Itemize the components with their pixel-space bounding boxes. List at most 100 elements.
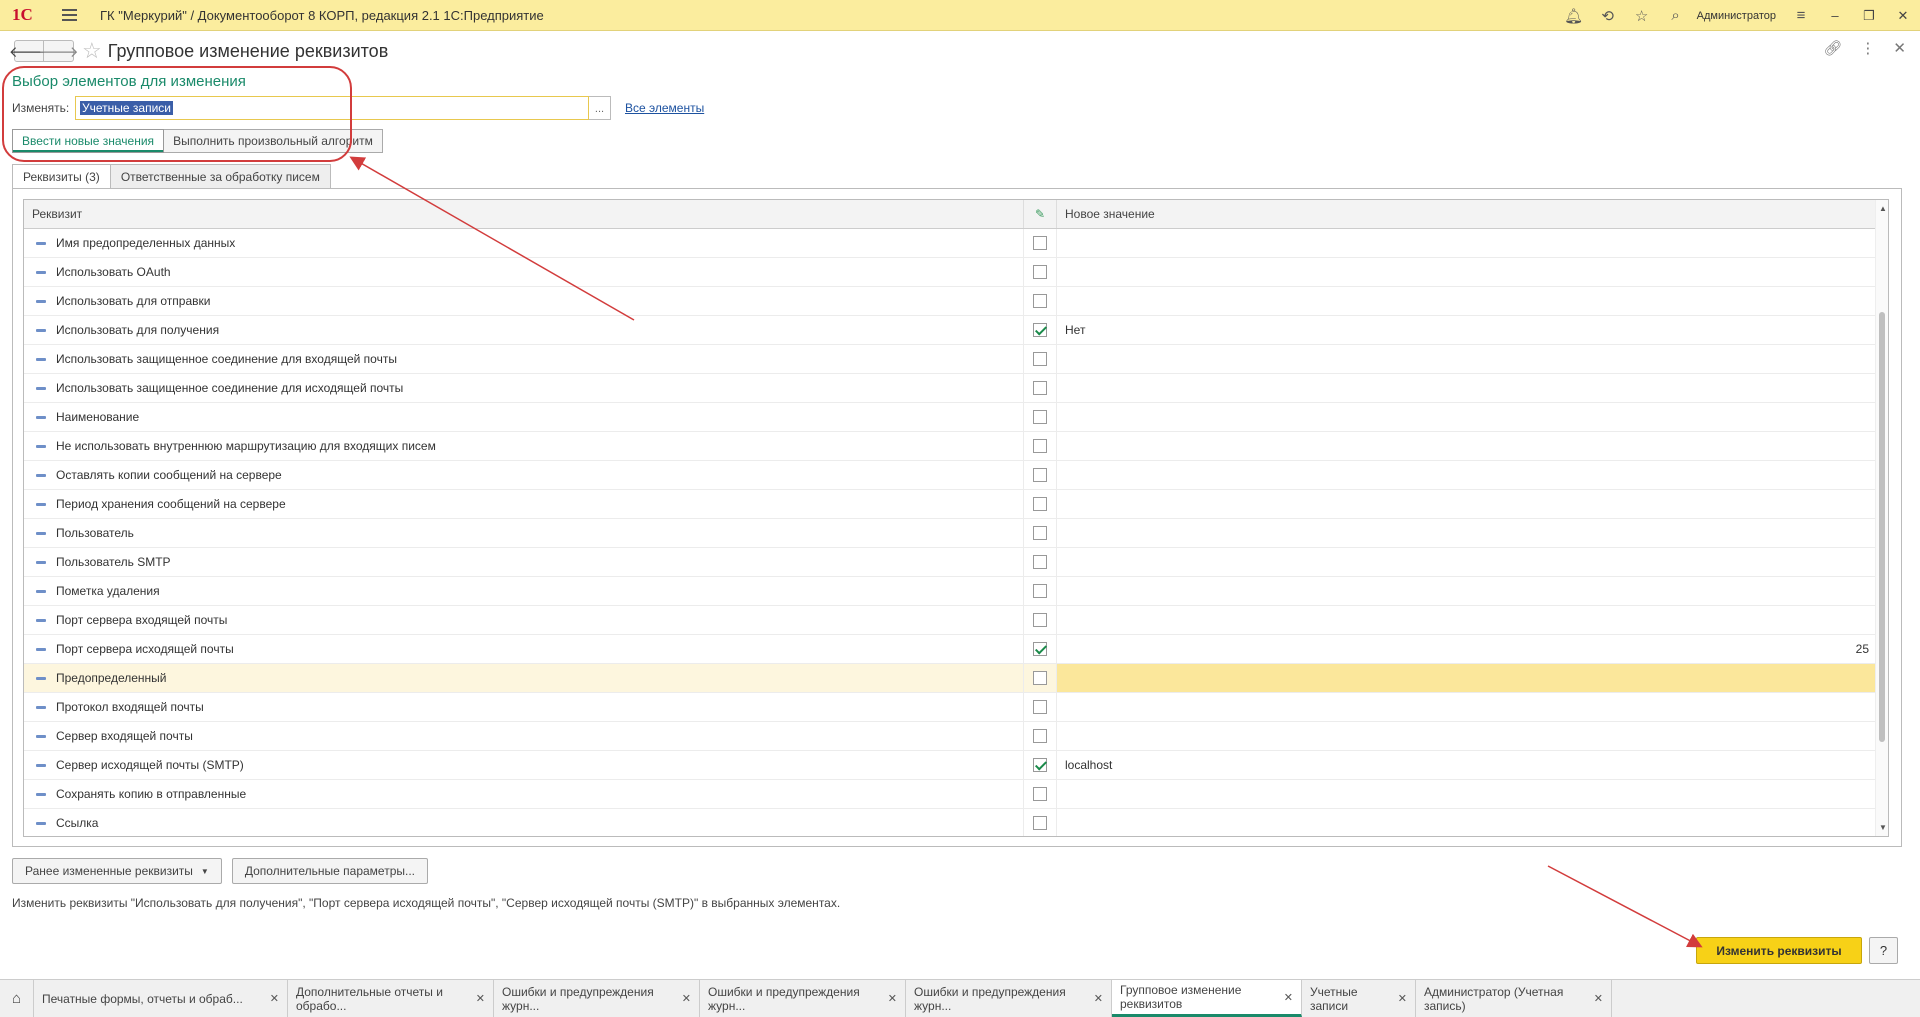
new-value-cell[interactable]: 25 — [1057, 635, 1879, 663]
close-icon[interactable]: ✕ — [1594, 992, 1603, 1005]
new-value-cell[interactable] — [1057, 519, 1879, 547]
change-checkbox[interactable] — [1033, 323, 1047, 337]
change-checkbox[interactable] — [1033, 816, 1047, 830]
attribute-cell[interactable]: Использовать защищенное соединение для в… — [24, 345, 1024, 373]
checkbox-cell[interactable] — [1024, 664, 1057, 692]
table-row[interactable]: Использовать для получения Нет — [24, 316, 1888, 345]
attribute-cell[interactable]: Сервер исходящей почты (SMTP) — [24, 751, 1024, 779]
tab-attributes[interactable]: Реквизиты (3) — [12, 164, 111, 189]
window-tab[interactable]: Учетные записи ✕ — [1302, 980, 1416, 1017]
table-row[interactable]: Имя предопределенных данных — [24, 229, 1888, 258]
window-tab[interactable]: Дополнительные отчеты и обрабо... ✕ — [288, 980, 494, 1017]
close-icon[interactable]: ✕ — [476, 992, 485, 1005]
window-tab[interactable]: Ошибки и предупреждения журн... ✕ — [700, 980, 906, 1017]
attribute-cell[interactable]: Наименование — [24, 403, 1024, 431]
user-name[interactable]: Администратор — [1697, 10, 1776, 22]
attribute-cell[interactable]: Использовать защищенное соединение для и… — [24, 374, 1024, 402]
forward-icon[interactable]: 🡒 — [38, 40, 79, 62]
new-value-cell[interactable] — [1057, 809, 1879, 836]
table-row[interactable]: Использовать защищенное соединение для в… — [24, 345, 1888, 374]
table-row[interactable]: Пометка удаления — [24, 577, 1888, 606]
window-tab[interactable]: Ошибки и предупреждения журн... ✕ — [906, 980, 1112, 1017]
table-row[interactable]: Оставлять копии сообщений на сервере — [24, 461, 1888, 490]
close-icon[interactable]: ✕ — [682, 992, 691, 1005]
new-value-cell[interactable] — [1057, 780, 1879, 808]
column-attribute[interactable]: Реквизит — [24, 200, 1024, 228]
checkbox-cell[interactable] — [1024, 809, 1057, 836]
change-checkbox[interactable] — [1033, 671, 1047, 685]
change-checkbox[interactable] — [1033, 497, 1047, 511]
attribute-cell[interactable]: Предопределенный — [24, 664, 1024, 692]
extra-params-button[interactable]: Дополнительные параметры... — [231, 858, 428, 884]
table-row[interactable]: Период хранения сообщений на сервере — [24, 490, 1888, 519]
minimize-icon[interactable]: – — [1818, 8, 1852, 23]
change-checkbox[interactable] — [1033, 236, 1047, 250]
table-row[interactable]: Сервер исходящей почты (SMTP) localhost — [24, 751, 1888, 780]
close-icon[interactable]: ✕ — [1284, 991, 1293, 1004]
help-button[interactable]: ? — [1869, 937, 1898, 964]
maximize-icon[interactable]: ❐ — [1852, 8, 1886, 24]
table-row[interactable]: Не использовать внутреннюю маршрутизацию… — [24, 432, 1888, 461]
new-value-cell[interactable] — [1057, 722, 1879, 750]
bell-icon[interactable]: 🔔︎ — [1557, 0, 1591, 31]
attribute-cell[interactable]: Пользователь SMTP — [24, 548, 1024, 576]
change-checkbox[interactable] — [1033, 468, 1047, 482]
table-row[interactable]: Наименование — [24, 403, 1888, 432]
change-checkbox[interactable] — [1033, 526, 1047, 540]
history-icon[interactable]: ⟲ — [1591, 0, 1625, 31]
new-value-cell[interactable] — [1057, 577, 1879, 605]
new-value-cell[interactable] — [1057, 664, 1879, 692]
attribute-cell[interactable]: Ссылка — [24, 809, 1024, 836]
change-checkbox[interactable] — [1033, 787, 1047, 801]
search-icon[interactable]: ⌕ — [1659, 0, 1693, 31]
checkbox-cell[interactable] — [1024, 693, 1057, 721]
change-checkbox[interactable] — [1033, 584, 1047, 598]
column-new-value[interactable]: Новое значение — [1057, 200, 1877, 228]
change-checkbox[interactable] — [1033, 758, 1047, 772]
checkbox-cell[interactable] — [1024, 374, 1057, 402]
new-value-cell[interactable] — [1057, 374, 1879, 402]
checkbox-cell[interactable] — [1024, 316, 1057, 344]
change-checkbox[interactable] — [1033, 642, 1047, 656]
select-button[interactable]: ... — [589, 96, 611, 120]
table-row[interactable]: Использовать OAuth — [24, 258, 1888, 287]
table-row[interactable]: Сервер входящей почты — [24, 722, 1888, 751]
mode-algorithm[interactable]: Выполнить произвольный алгоритм — [164, 129, 383, 153]
home-icon[interactable]: ⌂ — [0, 980, 34, 1017]
new-value-cell[interactable] — [1057, 490, 1879, 518]
change-checkbox[interactable] — [1033, 352, 1047, 366]
close-icon[interactable]: ✕ — [1886, 8, 1920, 24]
link-icon[interactable]: 🔗︎ — [1823, 39, 1842, 57]
table-row[interactable]: Предопределенный — [24, 664, 1888, 693]
close-icon[interactable]: ✕ — [1398, 992, 1407, 1005]
scroll-down-icon[interactable]: ▼ — [1879, 823, 1887, 832]
attribute-cell[interactable]: Порт сервера исходящей почты — [24, 635, 1024, 663]
table-row[interactable]: Порт сервера входящей почты — [24, 606, 1888, 635]
window-tab[interactable]: Ошибки и предупреждения журн... ✕ — [494, 980, 700, 1017]
new-value-cell[interactable] — [1057, 345, 1879, 373]
new-value-cell[interactable] — [1057, 403, 1879, 431]
settings-menu-icon[interactable]: ≡ — [1784, 0, 1818, 31]
attribute-cell[interactable]: Порт сервера входящей почты — [24, 606, 1024, 634]
change-checkbox[interactable] — [1033, 381, 1047, 395]
new-value-cell[interactable] — [1057, 693, 1879, 721]
change-checkbox[interactable] — [1033, 294, 1047, 308]
change-checkbox[interactable] — [1033, 700, 1047, 714]
new-value-cell[interactable] — [1057, 287, 1879, 315]
more-icon[interactable]: ⋮ — [1860, 39, 1875, 57]
checkbox-cell[interactable] — [1024, 577, 1057, 605]
attribute-cell[interactable]: Протокол входящей почты — [24, 693, 1024, 721]
change-checkbox[interactable] — [1033, 439, 1047, 453]
checkbox-cell[interactable] — [1024, 780, 1057, 808]
checkbox-cell[interactable] — [1024, 432, 1057, 460]
attribute-cell[interactable]: Сохранять копию в отправленные — [24, 780, 1024, 808]
new-value-cell[interactable]: Нет — [1057, 316, 1879, 344]
table-row[interactable]: Использовать защищенное соединение для и… — [24, 374, 1888, 403]
close-icon[interactable]: ✕ — [888, 992, 897, 1005]
form-close-icon[interactable]: ✕ — [1893, 39, 1906, 57]
checkbox-cell[interactable] — [1024, 606, 1057, 634]
change-checkbox[interactable] — [1033, 613, 1047, 627]
checkbox-cell[interactable] — [1024, 722, 1057, 750]
change-checkbox[interactable] — [1033, 729, 1047, 743]
table-row[interactable]: Порт сервера исходящей почты 25 — [24, 635, 1888, 664]
